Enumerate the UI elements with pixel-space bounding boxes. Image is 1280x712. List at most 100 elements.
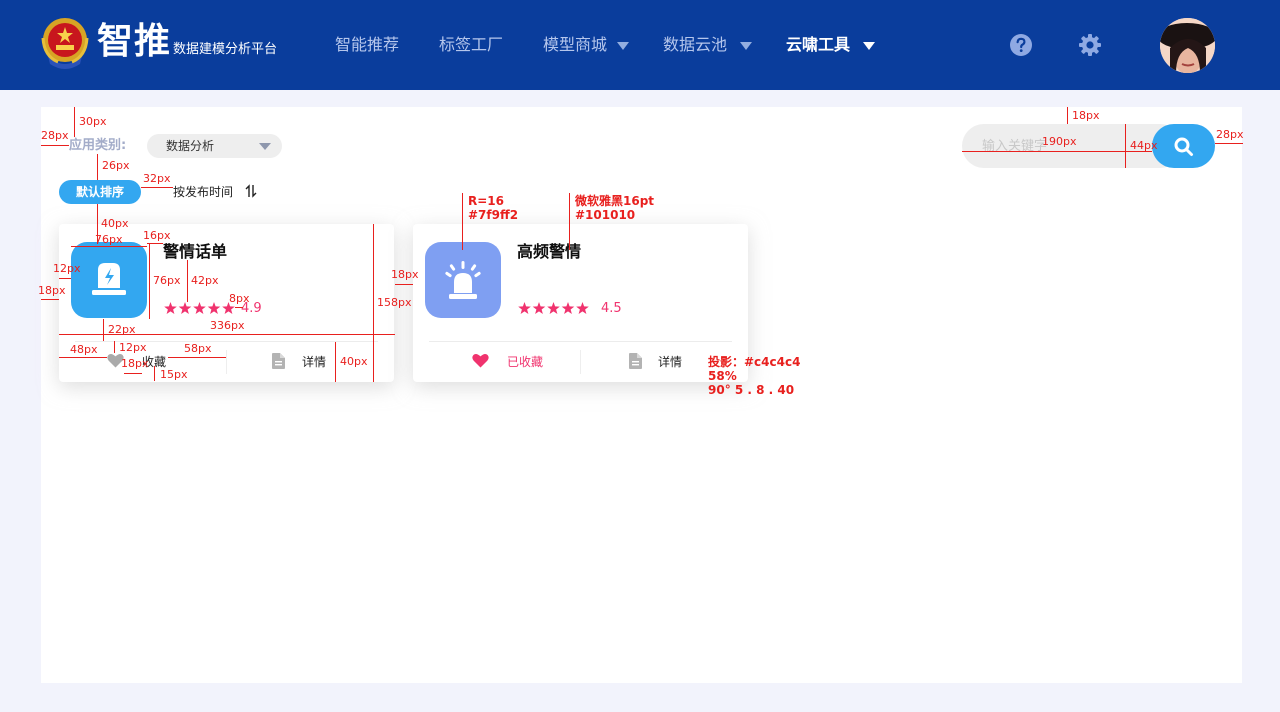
nav-tag-factory[interactable]: 标签工厂 [439,35,503,55]
annotation-line [154,366,155,381]
user-avatar[interactable] [1160,18,1215,73]
chevron-down-icon[interactable] [863,42,875,50]
annotation-label: 76px [95,233,123,246]
police-emblem-logo [41,18,89,69]
annotation-line [395,284,413,285]
top-navigation-bar: 智推 数据建模分析平台 智能推荐 标签工厂 模型商城 数据云池 云啸工具 [0,0,1280,90]
brand-subtitle: 数据建模分析平台 [173,42,278,57]
annotation-label: 微软雅黑16pt [575,194,655,208]
star-rating-icon [164,302,235,314]
annotation-label: 30px [79,115,107,128]
annotation-label: 18px [121,357,149,370]
annotation-label: 18px [1072,109,1100,122]
annotation-line [124,373,142,374]
annotation-label: 12px [53,262,81,275]
annotation-label: 12px [119,341,147,354]
annotation-line [168,357,226,358]
category-label: 应用类别: [69,138,127,153]
annotation-label: 58% [708,369,737,383]
favorited-button[interactable]: 已收藏 [472,342,572,382]
category-select[interactable]: 数据分析 [147,134,282,158]
annotation-label: 15px [160,368,188,381]
annotation-line [569,193,570,250]
search-button[interactable] [1152,124,1215,168]
annotation-line [97,154,98,180]
nav-model-store[interactable]: 模型商城 [543,35,607,55]
annotation-line [114,341,115,353]
detail-button[interactable]: 详情 [629,342,719,382]
annotation-label: 336px [210,319,245,332]
annotation-line [74,107,75,137]
annotation-label: 76px [153,274,181,287]
annotation-line [71,246,147,247]
annotation-label: R=16 [468,194,504,208]
annotation-line [1067,107,1068,124]
annotation-line [373,224,374,382]
annotation-label: 18px [391,268,419,281]
nav-smart-recommend[interactable]: 智能推荐 [335,35,399,55]
annotation-label: #7f9ff2 [468,208,519,222]
annotation-label: 42px [191,274,219,287]
star-rating-icon [518,302,589,314]
card-title[interactable]: 警情话单 [163,242,227,262]
annotation-line [1125,124,1126,168]
action-separator [580,350,581,374]
annotation-line [103,319,104,341]
nav-cloud-tools[interactable]: 云啸工具 [786,35,850,55]
settings-icon[interactable] [1078,33,1102,57]
heart-filled-icon [472,353,489,368]
detail-label: 详情 [302,355,327,369]
sort-toggle-icon[interactable] [245,184,257,198]
sort-by-time-button[interactable]: 按发布时间 [173,184,233,200]
favorite-label: 已收藏 [507,355,544,369]
annotation-label: #101010 [575,208,636,222]
annotation-line [149,243,150,319]
annotation-line [59,334,395,335]
annotation-line [41,299,59,300]
detail-label: 详情 [658,355,683,369]
annotation-line [462,193,463,250]
help-icon[interactable] [1009,33,1033,57]
category-select-value: 数据分析 [166,139,215,153]
annotation-label: 44px [1130,139,1158,152]
rating-value: 4.5 [601,301,622,316]
document-dispatch-icon[interactable] [71,242,147,318]
document-icon [272,353,285,369]
annotation-label: 58px [184,342,212,355]
annotation-label: 16px [143,229,171,242]
annotation-label: 48px [70,343,98,356]
annotation-label: 40px [101,217,129,230]
annotation-line [962,151,1152,152]
brand-name: 智推 [97,21,172,62]
annotation-line [59,357,107,358]
annotation-line [41,145,69,146]
card-title[interactable]: 高频警情 [517,242,581,262]
annotation-label: 28px [1216,128,1244,141]
alarm-siren-icon[interactable] [425,242,501,318]
search-icon [1174,137,1193,156]
annotation-label: 32px [143,172,171,185]
annotation-label: 90° 5 . 8 . 40 [708,383,795,397]
chevron-down-icon[interactable] [740,42,752,50]
document-icon [629,353,642,369]
annotation-line [235,307,243,308]
annotation-label: 8px [229,292,250,305]
nav-data-cloud[interactable]: 数据云池 [663,35,727,55]
model-card[interactable]: 高频警情 4.5 已收藏 详情 [413,224,748,382]
annotation-line [1215,143,1243,144]
annotation-label: 158px [377,296,412,309]
chevron-down-icon[interactable] [617,42,629,50]
annotation-line [141,187,173,188]
annotation-label: 26px [102,159,130,172]
annotation-label: 28px [41,129,69,142]
annotation-line [335,342,336,382]
annotation-label: 投影：#c4c4c4 [708,355,801,369]
annotation-label: 40px [340,355,368,368]
annotation-label: 190px [1042,135,1077,148]
annotation-label: 18px [38,284,66,297]
chevron-down-icon [259,143,271,150]
action-separator [226,350,227,374]
annotation-line [187,260,188,302]
sort-default-button[interactable]: 默认排序 [59,180,141,204]
annotation-line [59,278,71,279]
